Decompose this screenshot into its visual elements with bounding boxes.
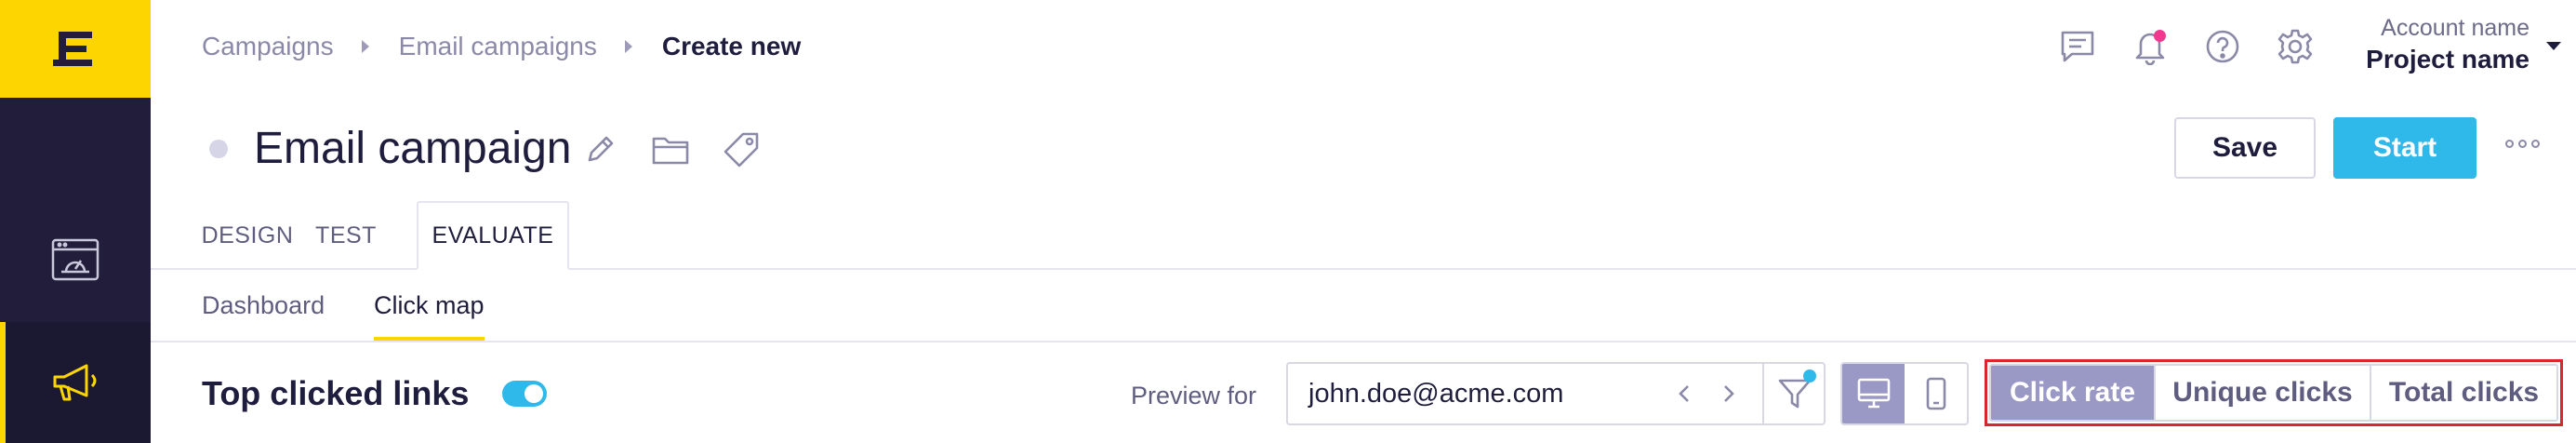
notifications-button[interactable]: [2130, 26, 2171, 67]
account-name: Account name: [2381, 15, 2530, 41]
top-links-toggle[interactable]: [502, 381, 547, 407]
click-rate-button[interactable]: Click rate: [1991, 366, 2154, 420]
sidebar-item-dashboard[interactable]: [0, 200, 151, 321]
preview-recipient-field: john.doe@acme.com: [1286, 362, 1826, 425]
mobile-view-button[interactable]: [1905, 364, 1967, 423]
folder-button[interactable]: [649, 128, 692, 171]
breadcrumb-current: Create new: [661, 32, 802, 60]
chat-icon: [2061, 31, 2094, 62]
chat-button[interactable]: [2057, 26, 2098, 67]
desktop-view-button[interactable]: [1842, 364, 1905, 423]
gear-icon: [2277, 29, 2313, 64]
chevron-down-icon[interactable]: [2546, 42, 2561, 50]
breadcrumb: Campaigns Email campaigns Create new: [202, 28, 801, 65]
preview-recipient-value[interactable]: john.doe@acme.com: [1308, 364, 1563, 423]
chevron-left-icon: [1679, 385, 1689, 402]
more-dot-icon: [2518, 140, 2527, 148]
section-title: Top clicked links: [202, 374, 470, 412]
status-indicator: [209, 140, 228, 158]
start-button[interactable]: Start: [2333, 117, 2476, 179]
breadcrumb-separator-icon: [361, 40, 369, 53]
breadcrumb-campaigns[interactable]: Campaigns: [202, 32, 334, 61]
dashboard-icon: [51, 238, 100, 281]
pencil-icon: [588, 136, 614, 162]
more-options-button[interactable]: [2505, 140, 2540, 148]
save-button[interactable]: Save: [2174, 117, 2316, 179]
filter-active-dot: [1803, 369, 1816, 383]
evaluate-subtabs: Dashboard Click map: [151, 270, 2576, 342]
subtab-click-map[interactable]: Click map: [374, 270, 485, 341]
metric-selector: Click rate Unique clicks Total clicks: [1985, 359, 2563, 426]
preview-label: Preview for: [1131, 382, 1257, 409]
mobile-icon: [1926, 377, 1945, 410]
subtab-dashboard[interactable]: Dashboard: [202, 270, 325, 341]
brand-logo[interactable]: [0, 0, 151, 98]
title-actions: [578, 128, 763, 171]
more-dot-icon: [2531, 140, 2540, 148]
tags-button[interactable]: [720, 128, 763, 171]
notification-dot: [2154, 30, 2166, 42]
device-toggle: [1840, 362, 1969, 425]
tab-test[interactable]: TEST: [315, 201, 376, 270]
sidebar-item-campaigns[interactable]: [0, 322, 151, 443]
chevron-right-icon: [1724, 385, 1734, 402]
main-tabs: DESIGN TEST EVALUATE: [151, 201, 2576, 270]
total-clicks-button[interactable]: Total clicks: [2370, 366, 2556, 420]
folder-icon: [652, 137, 689, 165]
header-actions: [2057, 26, 2316, 67]
breadcrumb-email-campaigns[interactable]: Email campaigns: [399, 32, 597, 61]
tab-design[interactable]: DESIGN: [202, 201, 293, 270]
tab-evaluate[interactable]: EVALUATE: [417, 201, 569, 270]
account-switcher[interactable]: Account name Project name: [2344, 13, 2530, 76]
previous-recipient-button[interactable]: [1669, 379, 1699, 409]
help-button[interactable]: [2202, 26, 2243, 67]
project-name: Project name: [2366, 45, 2530, 74]
help-icon: [2206, 30, 2239, 63]
more-dot-icon: [2505, 140, 2514, 148]
rename-button[interactable]: [578, 128, 621, 171]
unique-clicks-button[interactable]: Unique clicks: [2154, 366, 2370, 420]
page-title: Email campaign: [254, 124, 572, 173]
next-recipient-button[interactable]: [1714, 379, 1744, 409]
megaphone-icon: [53, 364, 97, 401]
filter-button[interactable]: [1762, 364, 1826, 423]
desktop-icon: [1857, 378, 1890, 409]
brand-logo-icon: [53, 31, 92, 66]
breadcrumb-separator-icon: [624, 40, 632, 53]
tag-icon: [724, 132, 759, 168]
settings-button[interactable]: [2275, 26, 2316, 67]
sidebar: [0, 0, 151, 443]
